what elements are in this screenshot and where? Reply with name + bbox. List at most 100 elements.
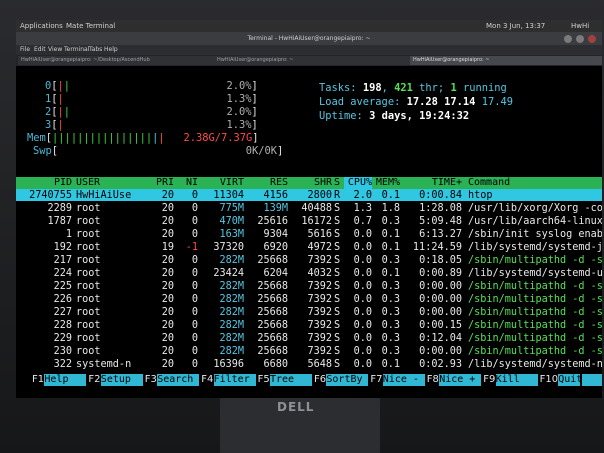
- uptime-label: Uptime:: [319, 110, 363, 122]
- cell-shr: 7392: [307, 294, 332, 305]
- cell-cmd: /sbin/multipathd -d -s: [468, 307, 602, 318]
- running-count: 1: [450, 82, 457, 94]
- table-row[interactable]: 1787 root 20 0 470M 25616 16172 S 0.7 0.3 5:09.48 /…: [16, 215, 602, 228]
- cell-ni: 0: [191, 359, 198, 370]
- fkey-bar-fill: [582, 374, 602, 386]
- table-row[interactable]: 230 root 20 0 282M 25668 7392 S 0.0 0.3 0:00.00/sb…: [16, 345, 602, 358]
- column-header-time[interactable]: TIME+: [400, 177, 462, 189]
- table-row[interactable]: 2289 root 20 0 775M 139M 40488 S 1.3 1.8 1:28.08/u…: [16, 202, 602, 215]
- cell-pid: 2740755: [29, 190, 72, 201]
- cell-pid: 226: [53, 294, 72, 305]
- table-row[interactable]: 1 root 20 0 163M 9304 5616 S 0.0 0.1 6:13.27/sbin/…: [16, 228, 602, 241]
- menu-view[interactable]: View: [48, 45, 62, 55]
- cell-virt: 282M: [219, 255, 244, 266]
- cell-shr: 7392: [307, 281, 332, 292]
- window-title: Terminal - HwHiAiUser@orangepiaipro: ~: [247, 35, 371, 42]
- column-header-virt[interactable]: VIRT: [198, 177, 244, 189]
- cpu-meter-1: 1[| 1.3%]: [45, 93, 258, 105]
- fkey-search-button[interactable]: Search: [157, 374, 200, 386]
- column-header-pri[interactable]: PRI: [138, 177, 174, 189]
- column-header-ni[interactable]: NI: [174, 177, 198, 189]
- cell-cpu: 0.0: [353, 307, 372, 318]
- applications-menu[interactable]: Applications: [20, 20, 63, 32]
- cell-s: S: [334, 281, 341, 292]
- menu-tabs[interactable]: Tabs: [89, 45, 102, 55]
- threads-count: 421: [394, 82, 413, 94]
- cell-s: S: [334, 255, 341, 266]
- menu-file[interactable]: File: [20, 45, 30, 55]
- cell-user: root: [76, 203, 101, 214]
- column-header-command[interactable]: Command: [468, 177, 602, 189]
- minimize-icon[interactable]: [564, 35, 572, 43]
- table-row[interactable]: 192 root 19 -1 37320 6920 4972 S 0.0 0.1 11:24.59 /…: [16, 241, 602, 254]
- tab-3[interactable]: HwHiAiUser@orangepiaipro: ~: [410, 56, 602, 65]
- cell-s: S: [334, 229, 341, 240]
- table-row[interactable]: 225 root 20 0 282M 25668 7392 S 0.0 0.3 0:00.00/sb…: [16, 280, 602, 293]
- cell-pid: 224: [53, 268, 72, 279]
- table-row[interactable]: 217 root 20 0 282M 25668 7392 S 0.0 0.3 0:18.05/sb…: [16, 254, 602, 267]
- fkey-kill-button[interactable]: Kill: [495, 374, 538, 386]
- fkey-filter-button[interactable]: Filter: [213, 374, 256, 386]
- cell-pri: 20: [161, 346, 174, 357]
- fkey-nice-button[interactable]: Nice -: [382, 374, 425, 386]
- cell-time: 0:18.05: [419, 255, 462, 266]
- table-row[interactable]: 2740755 HwHiAiUse 20 0 11304 4156 2800 R 2.0 0.1 0…: [16, 189, 602, 202]
- cell-shr: 40488: [301, 203, 332, 214]
- taskbar-terminal[interactable]: Mate Terminal: [66, 20, 115, 32]
- cell-s: S: [334, 346, 341, 357]
- tab-1[interactable]: HwHiAiUser@orangepiaipro: ~/Desktop/Asce…: [18, 56, 214, 65]
- table-row[interactable]: 224 root 20 0 23424 6204 4032 S 0.0 0.1 0:00.89/li…: [16, 267, 602, 280]
- table-row[interactable]: 227 root 20 0 282M 25668 7392 S 0.0 0.3 0:00.00/sb…: [16, 306, 602, 319]
- panel-user[interactable]: HwHi: [571, 20, 589, 32]
- table-row[interactable]: 226 root 20 0 282M 25668 7392 S 0.0 0.3 0:00.00/sb…: [16, 293, 602, 306]
- tab-2[interactable]: HwHiAiUser@orangepiaipro: ~: [214, 56, 410, 65]
- cell-mem: 0.3: [381, 255, 400, 266]
- fkey-f6: F6: [314, 374, 327, 385]
- maximize-icon[interactable]: [576, 35, 584, 43]
- cell-mem: 0.1: [381, 359, 400, 370]
- cell-mem: 0.1: [381, 242, 400, 253]
- fkey-sortby-button[interactable]: SortBy: [326, 374, 369, 386]
- menu-help[interactable]: Help: [104, 45, 118, 55]
- cell-virt: 11304: [213, 190, 244, 201]
- panel-clock[interactable]: Mon 3 Jun, 13:37: [486, 20, 545, 32]
- cell-ni: 0: [191, 255, 198, 266]
- cell-pri: 20: [161, 333, 174, 344]
- column-header-pid[interactable]: PID: [16, 177, 72, 189]
- menu-edit[interactable]: Edit: [34, 45, 46, 55]
- cpu-meter-3: 3[| 1.3%]: [45, 119, 258, 131]
- cell-cpu: 0.0: [353, 281, 372, 292]
- column-header-cpu[interactable]: CPU%: [344, 177, 372, 189]
- column-header-shr[interactable]: SHR: [288, 177, 332, 189]
- fkey-nice-button[interactable]: Nice +: [439, 374, 482, 386]
- cell-s: S: [334, 359, 341, 370]
- column-header-res[interactable]: RES: [244, 177, 288, 189]
- cell-pri: 20: [161, 307, 174, 318]
- table-row[interactable]: 228 root 20 0 282M 25668 7392 S 0.0 0.3 0:00.15/sb…: [16, 319, 602, 332]
- cell-res: 6920: [263, 242, 288, 253]
- cell-time: 11:24.59: [412, 242, 462, 253]
- table-row[interactable]: 322 systemd-n 20 0 16396 6680 5648 S 0.0 0.1 0:02.…: [16, 358, 602, 371]
- cell-cmd: /sbin/multipathd -d -s: [468, 255, 602, 266]
- close-icon[interactable]: [588, 35, 596, 43]
- uptime-line: Uptime: 3 days, 19:24:32: [319, 110, 469, 122]
- cpu-meter-2: 2[|| 2.0%]: [45, 106, 258, 118]
- column-header-s[interactable]: S: [334, 177, 344, 189]
- threads-label: thr;: [419, 82, 445, 94]
- cell-virt: 16396: [213, 359, 244, 370]
- load-line: Load average: 17.28 17.14 17.49: [319, 96, 513, 108]
- menu-terminal[interactable]: Terminal: [64, 45, 89, 55]
- column-header-mem[interactable]: MEM%: [372, 177, 400, 189]
- cell-pri: 19: [161, 242, 174, 253]
- fkey-help-button[interactable]: Help: [44, 374, 87, 386]
- cell-user: root: [76, 242, 101, 253]
- table-row[interactable]: 229 root 20 0 282M 25668 7392 S 0.0 0.3 0:12.04/sb…: [16, 332, 602, 345]
- fkey-quit-button[interactable]: Quit: [558, 374, 582, 386]
- fkey-tree-button[interactable]: Tree: [270, 374, 312, 386]
- column-header-user[interactable]: USER: [76, 177, 138, 189]
- cell-cpu: 0.0: [353, 359, 372, 370]
- cell-cmd: /sbin/multipathd -d -s: [468, 294, 602, 305]
- monitor-screen: Applications Mate Terminal Mon 3 Jun, 13…: [16, 20, 602, 398]
- fkey-f1: F1: [32, 374, 45, 385]
- fkey-setup-button[interactable]: Setup: [100, 374, 143, 386]
